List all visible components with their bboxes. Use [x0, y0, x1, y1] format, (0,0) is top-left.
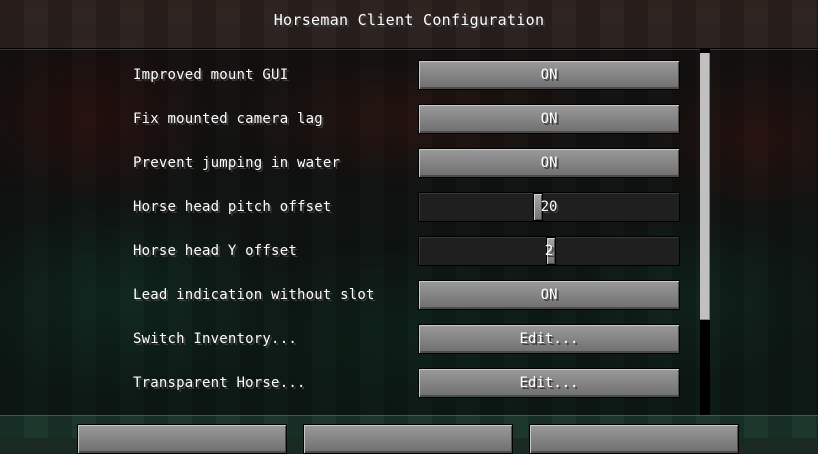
prevent-jumping-toggle[interactable]: ON — [418, 148, 680, 178]
option-row-improved-mount-gui: Improved mount GUI ON — [0, 60, 818, 94]
option-row-head-y-offset: Horse head Y offset 2 — [0, 236, 818, 270]
option-label: Lead indication without slot — [133, 287, 375, 303]
option-row-switch-inventory: Switch Inventory... Edit... — [0, 324, 818, 358]
head-y-offset-slider[interactable]: 2 — [418, 236, 680, 266]
option-label: Transparent Horse... — [133, 375, 306, 391]
improved-mount-gui-toggle[interactable]: ON — [418, 60, 680, 90]
option-row-transparent-horse: Transparent Horse... Edit... — [0, 368, 818, 402]
head-pitch-offset-slider[interactable]: 20 — [418, 192, 680, 222]
transparent-horse-edit-button[interactable]: Edit... — [418, 368, 680, 398]
slider-value: 20 — [540, 199, 558, 215]
option-label: Prevent jumping in water — [133, 155, 341, 171]
fix-camera-lag-toggle[interactable]: ON — [418, 104, 680, 134]
footer-button-middle[interactable] — [303, 424, 513, 454]
scrollbar-thumb[interactable] — [700, 53, 710, 320]
option-label: Improved mount GUI — [133, 67, 289, 83]
switch-inventory-edit-button[interactable]: Edit... — [418, 324, 680, 354]
page-title: Horseman Client Configuration — [273, 11, 545, 29]
option-row-fix-camera-lag: Fix mounted camera lag ON — [0, 104, 818, 138]
slider-value: 2 — [544, 243, 554, 259]
options-list[interactable]: Improved mount GUI ON Fix mounted camera… — [0, 48, 818, 416]
option-row-lead-indication: Lead indication without slot ON — [0, 280, 818, 314]
option-row-head-pitch-offset: Horse head pitch offset 20 — [0, 192, 818, 226]
option-label: Fix mounted camera lag — [133, 111, 323, 127]
option-label: Horse head Y offset — [133, 243, 297, 259]
option-label: Horse head pitch offset — [133, 199, 332, 215]
footer-button-right[interactable] — [529, 424, 739, 454]
lead-indication-toggle[interactable]: ON — [418, 280, 680, 310]
footer-button-left[interactable] — [77, 424, 287, 454]
option-row-prevent-jumping: Prevent jumping in water ON — [0, 148, 818, 182]
option-label: Switch Inventory... — [133, 331, 297, 347]
